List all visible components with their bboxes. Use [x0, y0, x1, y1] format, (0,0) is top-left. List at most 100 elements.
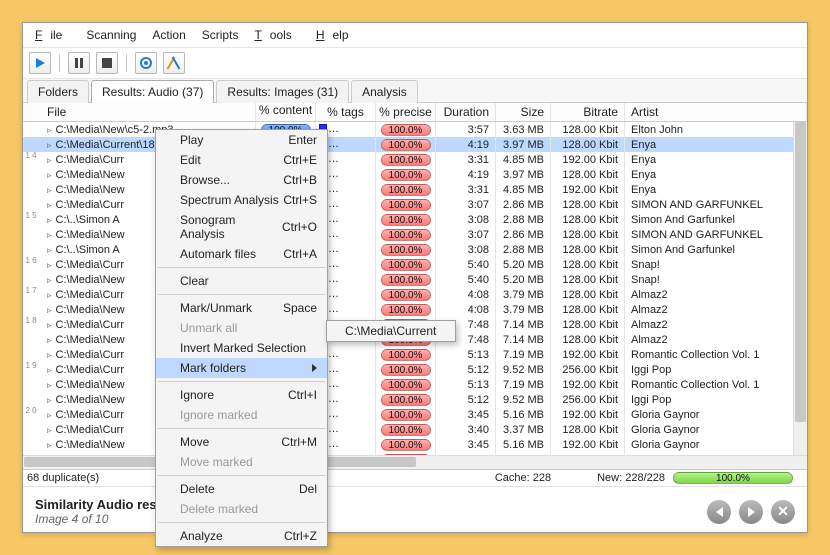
- table-row[interactable]: ▹C:\Media\New100.0%100.0%4:083.79 MB128.…: [23, 302, 807, 317]
- table-row[interactable]: ▹C:\Media\New\c5-2.mp3100.0%100.0%100.0%…: [23, 122, 807, 137]
- col-file[interactable]: File: [23, 103, 256, 121]
- expand-icon[interactable]: ▹: [47, 335, 52, 345]
- expand-icon[interactable]: ▹: [47, 320, 52, 330]
- table-row[interactable]: ▹C:\Media\Curr100.0%100.0%5:129.52 MB256…: [23, 362, 807, 377]
- col-tags[interactable]: % tags: [316, 103, 376, 121]
- next-image-button[interactable]: [739, 500, 763, 524]
- menu-action[interactable]: Action: [144, 25, 193, 45]
- col-size[interactable]: Size: [496, 103, 551, 121]
- expand-icon[interactable]: ▹: [47, 350, 52, 360]
- col-bitrate[interactable]: Bitrate: [551, 103, 625, 121]
- expand-icon[interactable]: ▹: [47, 245, 52, 255]
- menu-item-label: Automark files: [180, 247, 256, 261]
- menu-item-edit[interactable]: EditCtrl+E: [156, 150, 327, 170]
- tab-analysis[interactable]: Analysis: [351, 80, 418, 103]
- table-row[interactable]: ▹C:\Media\New100.0%100.0%4:193.97 MB128.…: [23, 167, 807, 182]
- table-row[interactable]: ▹C:\Media\New100.0%100.0%5:137.19 MB192.…: [23, 377, 807, 392]
- menu-item-move[interactable]: MoveCtrl+M: [156, 432, 327, 452]
- expand-icon[interactable]: ▹: [47, 260, 52, 270]
- table-row[interactable]: ▹C:\..\Simon A100.0%100.0%3:082.88 MB128…: [23, 242, 807, 257]
- expand-icon[interactable]: ▹: [47, 305, 52, 315]
- stop-button[interactable]: [96, 52, 118, 74]
- expand-icon[interactable]: ▹: [47, 395, 52, 405]
- expand-icon[interactable]: ▹: [47, 290, 52, 300]
- menu-tools[interactable]: Tools: [246, 25, 307, 45]
- table-row[interactable]: ▹C:\Media\Current\18 - May It Be.mp3100.…: [23, 137, 807, 152]
- table-row[interactable]: ▹C:\Media\New100.0%100.0%3:455.16 MB192.…: [23, 437, 807, 452]
- pause-button[interactable]: [68, 52, 90, 74]
- table-row[interactable]: ▹C:\Media\New100.0%100.0%5:405.20 MB128.…: [23, 272, 807, 287]
- tags-bar: 100.0%: [328, 288, 376, 300]
- menu-item-mark-unmark[interactable]: Mark/UnmarkSpace: [156, 298, 327, 318]
- cell-bitrate: 192.00 Kbit: [551, 437, 625, 453]
- table-row[interactable]: ▹C:\Media\New100.0%100.0%3:403.37 MB128.…: [23, 452, 807, 455]
- table-row[interactable]: ▹C:\Media\Curr85.5%100.0%3:314.85 MB192.…: [23, 152, 807, 167]
- col-content[interactable]: % content: [256, 103, 316, 121]
- menu-item-play[interactable]: PlayEnter: [156, 130, 327, 150]
- table-row[interactable]: ▹C:\Media\New93.0%100.0%3:314.85 MB192.0…: [23, 182, 807, 197]
- menu-item-spectrum-analysis[interactable]: Spectrum AnalysisCtrl+S: [156, 190, 327, 210]
- cell-size: 3.79 MB: [496, 302, 551, 318]
- table-row[interactable]: ▹C:\Media\Curr100.0%100.0%3:403.37 MB128…: [23, 422, 807, 437]
- expand-icon[interactable]: ▹: [47, 155, 52, 165]
- menu-item-delete[interactable]: DeleteDel: [156, 479, 327, 499]
- menu-item-browse-[interactable]: Browse...Ctrl+B: [156, 170, 327, 190]
- expand-icon[interactable]: ▹: [47, 230, 52, 240]
- expand-icon[interactable]: ▹: [47, 425, 52, 435]
- grid-body[interactable]: ▹C:\Media\New\c5-2.mp3100.0%100.0%100.0%…: [23, 122, 807, 455]
- horizontal-scrollbar[interactable]: [23, 455, 807, 469]
- menu-help[interactable]: Help: [308, 25, 365, 45]
- menu-item-sonogram-analysis[interactable]: Sonogram AnalysisCtrl+O: [156, 210, 327, 244]
- table-row[interactable]: ▹C:\Media\Curr100.0%100.0%5:137.19 MB192…: [23, 347, 807, 362]
- menu-scanning[interactable]: Scanning: [78, 25, 144, 45]
- expand-icon[interactable]: ▹: [47, 140, 52, 150]
- menu-item-ignore[interactable]: IgnoreCtrl+I: [156, 385, 327, 405]
- tab-results-images[interactable]: Results: Images (31): [216, 80, 349, 103]
- settings-button[interactable]: [135, 52, 157, 74]
- close-button[interactable]: ✕: [771, 500, 795, 524]
- table-row[interactable]: ▹C:\..\Simon A100.0%100.0%3:082.88 MB128…: [23, 212, 807, 227]
- tab-results-audio[interactable]: Results: Audio (37): [91, 80, 214, 103]
- menu-item-mark-folders[interactable]: Mark folders: [156, 358, 327, 378]
- expand-icon[interactable]: ▹: [47, 185, 52, 195]
- cell-size: 7.19 MB: [496, 377, 551, 393]
- expand-icon[interactable]: ▹: [47, 455, 52, 456]
- play-button[interactable]: [29, 52, 51, 74]
- vertical-scrollbar[interactable]: [793, 122, 807, 455]
- table-row[interactable]: ▹C:\Media\Curr100.0%100.0%5:405.20 MB128…: [23, 257, 807, 272]
- menu-item-label: Spectrum Analysis: [180, 193, 279, 207]
- cell-duration: 3:45: [436, 437, 496, 453]
- expand-icon[interactable]: ▹: [47, 125, 52, 135]
- prev-image-button[interactable]: [707, 500, 731, 524]
- menu-scripts[interactable]: Scripts: [194, 25, 247, 45]
- expand-icon[interactable]: ▹: [47, 215, 52, 225]
- tools-button[interactable]: [163, 52, 185, 74]
- expand-icon[interactable]: ▹: [47, 410, 52, 420]
- expand-icon[interactable]: ▹: [47, 200, 52, 210]
- context-menu[interactable]: PlayEnterEditCtrl+EBrowse...Ctrl+BSpectr…: [155, 129, 328, 547]
- expand-icon[interactable]: ▹: [47, 440, 52, 450]
- table-row[interactable]: ▹C:\Media\Curr100.0%100.0%3:455.16 MB192…: [23, 407, 807, 422]
- table-row[interactable]: ▹C:\Media\New100.0%100.0%3:072.86 MB128.…: [23, 227, 807, 242]
- menu-separator: [158, 522, 325, 523]
- group-indicator: 1 7: [25, 287, 37, 294]
- cell-precise: 100.0%: [376, 377, 436, 393]
- menu-item-clear[interactable]: Clear: [156, 271, 327, 291]
- menu-item-analyze[interactable]: AnalyzeCtrl+Z: [156, 526, 327, 546]
- expand-icon[interactable]: ▹: [47, 170, 52, 180]
- menu-file[interactable]: File: [27, 25, 78, 45]
- col-duration[interactable]: Duration: [436, 103, 496, 121]
- table-row[interactable]: ▹C:\Media\Curr100.0%100.0%4:083.79 MB128…: [23, 287, 807, 302]
- expand-icon[interactable]: ▹: [47, 380, 52, 390]
- table-row[interactable]: ▹C:\Media\Curr100.0%100.0%3:072.86 MB128…: [23, 197, 807, 212]
- col-precise[interactable]: % precise: [376, 103, 436, 121]
- tab-folders[interactable]: Folders: [27, 80, 89, 103]
- menu-item-automark-files[interactable]: Automark filesCtrl+A: [156, 244, 327, 264]
- col-artist[interactable]: Artist: [625, 103, 807, 121]
- expand-icon[interactable]: ▹: [47, 275, 52, 285]
- context-submenu[interactable]: C:\Media\Current: [326, 320, 456, 342]
- expand-icon[interactable]: ▹: [47, 365, 52, 375]
- table-row[interactable]: ▹C:\Media\New100.0%100.0%5:129.52 MB256.…: [23, 392, 807, 407]
- menu-item-invert-marked-selection[interactable]: Invert Marked Selection: [156, 338, 327, 358]
- submenu-item[interactable]: C:\Media\Current: [327, 321, 455, 341]
